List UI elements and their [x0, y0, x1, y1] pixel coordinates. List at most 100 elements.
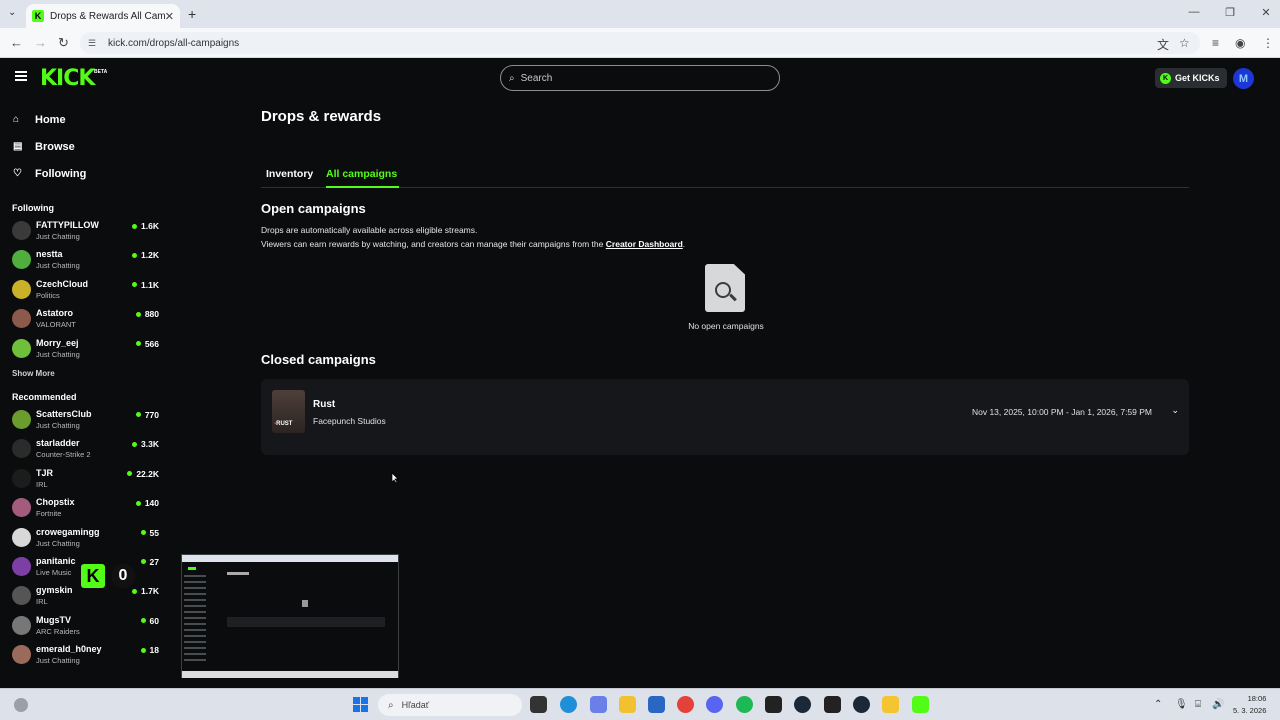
screen-share-preview[interactable] — [181, 554, 399, 678]
maximize-icon[interactable]: ❐ — [1224, 6, 1236, 19]
profile-icon[interactable]: ◉ — [1235, 36, 1245, 50]
close-window-icon[interactable]: ✕ — [1260, 6, 1272, 19]
steam-icon[interactable] — [794, 696, 811, 713]
viewer-count: 566 — [136, 339, 159, 349]
translate-icon[interactable]: 文 — [1157, 36, 1169, 53]
steam-2-icon[interactable] — [853, 696, 870, 713]
campaign-dates: Nov 13, 2025, 10:00 PM - Jan 1, 2026, 7:… — [971, 407, 1152, 417]
channel-item[interactable]: starladder Counter-Strike 2 3.3K — [0, 437, 168, 466]
channel-name: FATTYPILLOW — [36, 220, 99, 230]
url-input[interactable]: ☰ kick.com/drops/all-campaigns — [80, 32, 1200, 54]
menu-dots-icon[interactable]: ⋮ — [1262, 36, 1274, 50]
nav-browse[interactable]: ▤ Browse — [0, 133, 168, 160]
taskbar-clock[interactable]: 18:06 5. 3. 2026 — [1233, 693, 1266, 717]
minimize-icon[interactable]: — — [1188, 6, 1200, 19]
reading-list-icon[interactable]: ≡ — [1212, 36, 1219, 50]
tab-inventory[interactable]: Inventory — [266, 168, 313, 180]
kick-favicon-icon: K — [32, 10, 44, 22]
kick-app-icon[interactable] — [912, 696, 929, 713]
channel-category: Fortnite — [36, 509, 62, 519]
bookmark-star-icon[interactable]: ☆ — [1179, 36, 1190, 50]
channel-item[interactable]: CzechCloud Politics 1.1K — [0, 278, 168, 307]
main-content: Drops & rewards Inventory All campaigns … — [261, 108, 1191, 455]
clock-date: 5. 3. 2026 — [1233, 706, 1267, 715]
start-button-icon[interactable] — [353, 697, 368, 712]
campaign-card-rust[interactable]: ▪RUST Rust Facepunch Studios Nov 13, 202… — [261, 379, 1189, 455]
channel-avatar — [12, 615, 31, 635]
browse-icon: ▤ — [13, 141, 23, 152]
viewer-count: 1.1K — [132, 280, 159, 290]
discord-icon[interactable] — [706, 696, 723, 713]
channel-avatar — [12, 338, 31, 358]
page-title: Drops & rewards — [261, 108, 382, 125]
kick-logo[interactable]: KICK — [40, 66, 95, 91]
channel-item[interactable]: Astatoro VALORANT 880 — [0, 307, 168, 336]
channel-item[interactable]: TJR IRL 22.2K — [0, 467, 168, 496]
user-avatar[interactable]: M — [1233, 68, 1254, 89]
tray-chevron-icon[interactable]: ⌃ — [1154, 699, 1162, 710]
channel-item[interactable]: emerald_h0ney Just Chatting 18 — [0, 643, 168, 672]
volume-icon[interactable]: 🔊 — [1212, 699, 1224, 710]
channel-name: emerald_h0ney — [36, 644, 102, 655]
site-info-icon[interactable]: ☰ — [88, 38, 100, 49]
following-heading: Following — [12, 203, 54, 213]
nav-following[interactable]: ♡ Following — [0, 160, 168, 187]
back-icon[interactable]: ← — [10, 35, 23, 50]
channel-item[interactable]: FATTYPILLOW Just Chatting 1.6K — [0, 219, 168, 248]
chrome-icon[interactable] — [677, 696, 694, 713]
copilot-icon[interactable] — [590, 696, 607, 713]
chevron-down-icon[interactable]: ⌄ — [1171, 405, 1179, 416]
channel-item[interactable]: gymskin IRL 1.7K — [0, 584, 168, 613]
file-explorer-icon[interactable] — [619, 696, 636, 713]
davinci-icon[interactable] — [824, 696, 841, 713]
spotify-icon[interactable] — [736, 696, 753, 713]
search-bar[interactable]: ⌕ — [500, 65, 780, 91]
taskbar-search[interactable]: ⌕ Hľadať — [378, 694, 522, 716]
tab-all-campaigns[interactable]: All campaigns — [326, 168, 397, 180]
channel-item[interactable]: MugsTV ARC Raiders 60 — [0, 614, 168, 643]
channel-avatar — [12, 498, 31, 518]
open-campaigns-desc-1: Drops are automatically available across… — [261, 225, 478, 235]
top-navigation: KICK BETA ⌕ K Get KICKs M — [0, 58, 1280, 98]
channel-category: IRL — [36, 479, 48, 489]
no-open-campaigns-text: No open campaigns — [688, 321, 764, 331]
channel-avatar — [12, 527, 31, 547]
channel-category: IRL — [36, 597, 48, 607]
widgets-icon[interactable] — [14, 698, 28, 712]
channel-avatar — [12, 221, 31, 240]
show-more-button[interactable]: Show More — [0, 369, 168, 378]
reload-icon[interactable]: ↻ — [58, 35, 69, 51]
channel-category: Just Chatting — [36, 420, 80, 430]
channel-avatar — [12, 409, 31, 429]
channel-avatar — [12, 556, 31, 576]
epic-games-icon[interactable] — [765, 696, 782, 713]
channel-item[interactable]: nestta Just Chatting 1.2K — [0, 248, 168, 277]
edge-icon[interactable] — [560, 696, 577, 713]
new-tab-button[interactable]: + — [188, 6, 196, 22]
channel-item[interactable]: Chopstix Fortnite 140 — [0, 496, 168, 525]
sidebar: ⌂ Home ▤ Browse ♡ Following Following FA… — [0, 106, 168, 688]
task-view-icon[interactable] — [530, 696, 547, 713]
channel-item[interactable]: crowegamingg Just Chatting 55 — [0, 526, 168, 555]
channel-avatar — [12, 309, 31, 329]
network-icon[interactable]: ⌸ — [1195, 699, 1201, 710]
app-icon[interactable] — [882, 696, 899, 713]
channel-item[interactable]: ScattersClub Just Chatting 770 — [0, 408, 168, 437]
store-icon[interactable] — [648, 696, 665, 713]
search-input[interactable] — [520, 72, 751, 84]
channel-name: CzechCloud — [36, 278, 89, 289]
forward-icon[interactable]: → — [34, 35, 47, 50]
get-kicks-button[interactable]: K Get KICKs — [1155, 68, 1227, 88]
nav-home[interactable]: ⌂ Home — [0, 106, 168, 133]
nav-browse-label: Browse — [35, 140, 75, 153]
channel-item[interactable]: Morry_eej Just Chatting 566 — [0, 337, 168, 366]
creator-dashboard-link[interactable]: Creator Dashboard — [606, 239, 683, 249]
following-list: FATTYPILLOW Just Chatting 1.6K nestta Just C… — [0, 219, 168, 366]
close-tab-icon[interactable]: ✕ — [165, 10, 174, 23]
browser-tab[interactable]: K Drops & Rewards All Campaig ✕ — [26, 4, 180, 28]
taskbar-search-label: Hľadať — [401, 700, 430, 710]
tab-list-icon[interactable]: ⌄ — [8, 7, 16, 18]
mic-icon[interactable]: 🎙 — [1175, 699, 1188, 710]
hamburger-menu-icon[interactable] — [15, 71, 27, 81]
tabs: Inventory All campaigns — [261, 166, 1189, 188]
